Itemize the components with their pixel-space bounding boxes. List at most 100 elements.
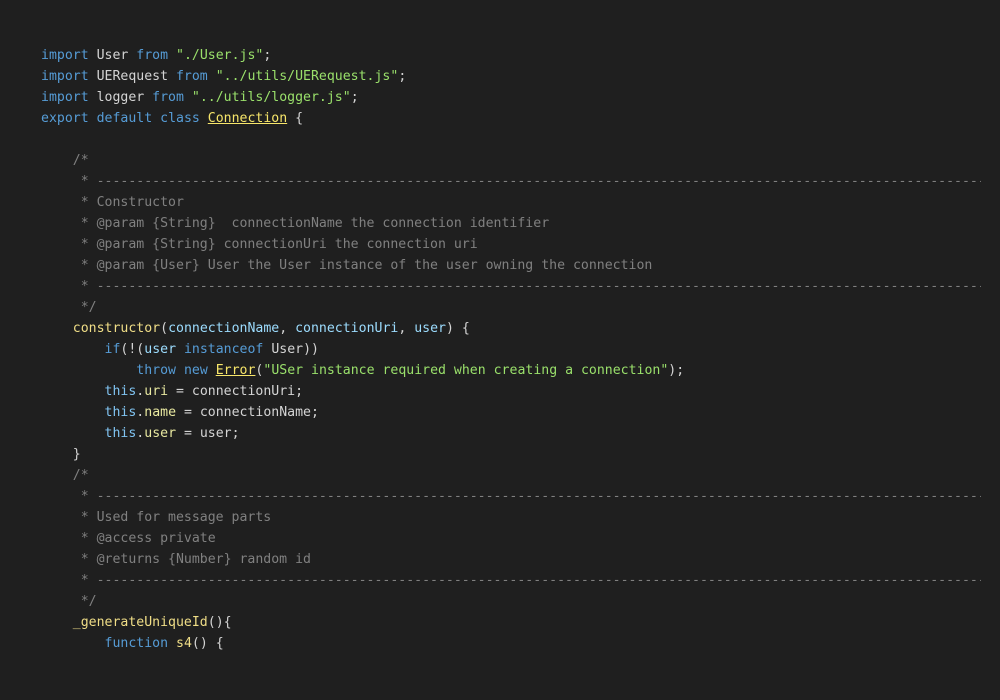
- code-line[interactable]: if(!(user instanceof User)): [41, 339, 981, 360]
- code-text: ,: [279, 321, 296, 336]
- code-comment: * @access private: [41, 531, 216, 546]
- class-name: Error: [215, 363, 256, 378]
- code-comment: * Used for message parts: [41, 510, 272, 525]
- code-comment: * @param {User} User the User instance o…: [41, 258, 653, 273]
- code-string: "../utils/UERequest.js": [215, 69, 399, 84]
- code-string: "../utils/logger.js": [191, 90, 351, 105]
- code-line[interactable]: function s4() {: [41, 633, 981, 654]
- code-keyword: import: [41, 69, 89, 84]
- code-editor[interactable]: import User from "./User.js"; import UERe…: [41, 45, 981, 654]
- function-name: constructor: [72, 321, 161, 336]
- code-line[interactable]: * @returns {Number} random id: [41, 549, 981, 570]
- code-line[interactable]: this.name = connectionName;: [41, 402, 981, 423]
- code-keyword: from: [136, 48, 169, 63]
- parameter: connectionUri: [295, 321, 399, 336]
- code-comment: * --------------------------------------…: [41, 573, 981, 588]
- code-text: ;: [398, 69, 407, 84]
- code-comment: * --------------------------------------…: [41, 174, 981, 189]
- code-text: = connectionName;: [176, 405, 319, 420]
- code-line[interactable]: * @param {User} User the User instance o…: [41, 255, 981, 276]
- code-line[interactable]: }: [41, 444, 981, 465]
- code-line[interactable]: * --------------------------------------…: [41, 276, 981, 297]
- code-line[interactable]: constructor(connectionName, connectionUr…: [41, 318, 981, 339]
- code-line[interactable]: * Constructor: [41, 192, 981, 213]
- code-keyword: from: [152, 90, 184, 105]
- code-text: () {: [191, 636, 224, 651]
- code-text: ;: [263, 48, 272, 63]
- code-string: "USer instance required when creating a …: [263, 363, 669, 378]
- code-keyword: function: [104, 636, 169, 651]
- code-line[interactable]: * --------------------------------------…: [41, 570, 981, 591]
- code-text: (!(: [120, 342, 145, 357]
- code-comment: /*: [41, 153, 89, 168]
- code-line[interactable]: import User from "./User.js";: [41, 45, 981, 66]
- class-name: Connection: [207, 111, 288, 126]
- parameter: connectionName: [168, 321, 280, 336]
- code-line[interactable]: /*: [41, 465, 981, 486]
- parameter: user: [414, 321, 446, 336]
- code-keyword: import: [41, 90, 89, 105]
- code-line[interactable]: */: [41, 591, 981, 612]
- code-keyword: default: [96, 111, 153, 126]
- function-name: s4: [176, 636, 192, 651]
- code-text: ) {: [445, 321, 470, 336]
- code-line[interactable]: * Used for message parts: [41, 507, 981, 528]
- code-text: (: [160, 321, 169, 336]
- code-line[interactable]: _generateUniqueId(){: [41, 612, 981, 633]
- code-comment: * @param {String} connectionName the con…: [41, 216, 550, 231]
- code-line[interactable]: this.uri = connectionUri;: [41, 381, 981, 402]
- code-text: User: [88, 48, 137, 63]
- property: uri: [144, 384, 169, 399]
- code-line[interactable]: export default class Connection {: [41, 108, 981, 129]
- code-keyword: new: [183, 363, 208, 378]
- this-keyword: this: [104, 405, 137, 420]
- code-text: User)): [263, 342, 319, 357]
- code-comment: * --------------------------------------…: [41, 489, 981, 504]
- code-line[interactable]: * @param {String} connectionName the con…: [41, 213, 981, 234]
- function-name: _generateUniqueId: [72, 615, 208, 630]
- code-line[interactable]: * @param {String} connectionUri the conn…: [41, 234, 981, 255]
- code-line[interactable]: import logger from "../utils/logger.js";: [41, 87, 981, 108]
- code-line[interactable]: this.user = user;: [41, 423, 981, 444]
- code-text: = user;: [176, 426, 240, 441]
- code-line[interactable]: * --------------------------------------…: [41, 171, 981, 192]
- parameter: user: [144, 342, 177, 357]
- code-line[interactable]: * @access private: [41, 528, 981, 549]
- code-comment: * --------------------------------------…: [41, 279, 981, 294]
- code-line[interactable]: import UERequest from "../utils/UEReques…: [41, 66, 981, 87]
- this-keyword: this: [104, 384, 137, 399]
- code-line[interactable]: * --------------------------------------…: [41, 486, 981, 507]
- code-line[interactable]: [41, 129, 981, 150]
- code-line[interactable]: /*: [41, 150, 981, 171]
- code-text: (){: [207, 615, 232, 630]
- code-text: UERequest: [88, 69, 176, 84]
- code-line[interactable]: */: [41, 297, 981, 318]
- property: name: [144, 405, 177, 420]
- code-comment: * @returns {Number} random id: [41, 552, 311, 567]
- code-text: = connectionUri;: [168, 384, 304, 399]
- code-keyword: import: [41, 48, 89, 63]
- code-comment: */: [41, 594, 97, 609]
- code-string: "./User.js": [176, 48, 264, 63]
- code-comment: */: [41, 300, 97, 315]
- code-line[interactable]: throw new Error("USer instance required …: [41, 360, 981, 381]
- this-keyword: this: [104, 426, 137, 441]
- code-comment: /*: [41, 468, 89, 483]
- code-keyword: instanceof: [183, 342, 264, 357]
- code-text: );: [668, 363, 685, 378]
